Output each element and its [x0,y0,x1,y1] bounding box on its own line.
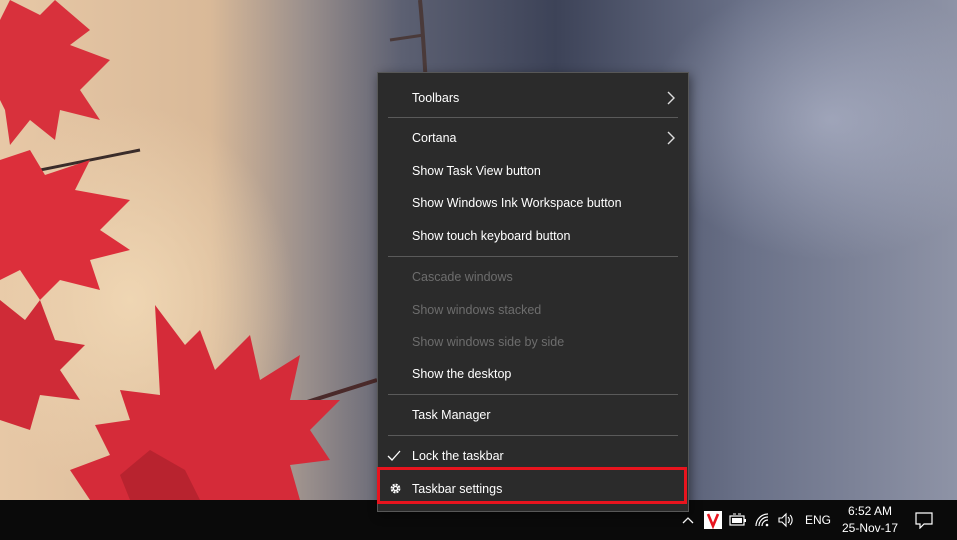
menu-item-label: Show Windows Ink Workspace button [412,196,622,210]
wifi-icon[interactable] [754,512,772,528]
chevron-right-icon [667,131,675,145]
menu-separator [388,394,678,395]
gear-icon [390,483,401,494]
menu-item-show-touch-keyboard[interactable]: Show touch keyboard button [378,220,688,252]
menu-item-cortana[interactable]: Cortana [378,122,688,154]
menu-item-label: Taskbar settings [412,482,503,496]
clock-time: 6:52 AM [847,504,893,518]
menu-item-label: Lock the taskbar [412,449,504,463]
checkmark-icon [387,450,401,461]
menu-item-show-desktop[interactable]: Show the desktop [378,358,688,390]
menu-item-show-task-view[interactable]: Show Task View button [378,155,688,187]
menu-item-lock-taskbar[interactable]: Lock the taskbar [378,440,688,472]
battery-icon[interactable] [729,512,747,528]
menu-item-task-manager[interactable]: Task Manager [378,399,688,431]
menu-separator [388,435,678,436]
action-center-icon[interactable] [914,511,934,529]
clock[interactable]: 6:52 AM 25-Nov-17 [836,503,904,537]
menu-separator [388,117,678,118]
menu-item-show-windows-stacked: Show windows stacked [378,294,688,326]
volume-icon[interactable] [777,512,795,528]
menu-item-label: Show Task View button [412,164,541,178]
menu-item-cascade-windows: Cascade windows [378,261,688,293]
chevron-up-icon[interactable] [681,512,695,528]
menu-item-label: Cascade windows [412,270,513,284]
app-v-icon[interactable] [704,511,722,529]
menu-item-toolbars[interactable]: Toolbars [378,82,688,114]
menu-item-label: Show windows side by side [412,335,565,349]
taskbar-context-menu: Toolbars Cortana Show Task View button S… [377,72,689,512]
menu-item-label: Task Manager [412,408,491,422]
menu-item-taskbar-settings[interactable]: Taskbar settings [378,473,688,505]
menu-separator [388,256,678,257]
menu-item-label: Toolbars [412,91,460,105]
menu-item-label: Show the desktop [412,367,512,381]
menu-item-label: Show touch keyboard button [412,229,571,243]
menu-item-show-windows-side-by-side: Show windows side by side [378,326,688,358]
chevron-right-icon [667,91,675,105]
language-indicator[interactable]: ENG [805,513,831,527]
menu-item-show-ink-workspace[interactable]: Show Windows Ink Workspace button [378,187,688,219]
menu-item-label: Cortana [412,131,457,145]
clock-date: 25-Nov-17 [841,521,899,535]
menu-item-label: Show windows stacked [412,303,542,317]
